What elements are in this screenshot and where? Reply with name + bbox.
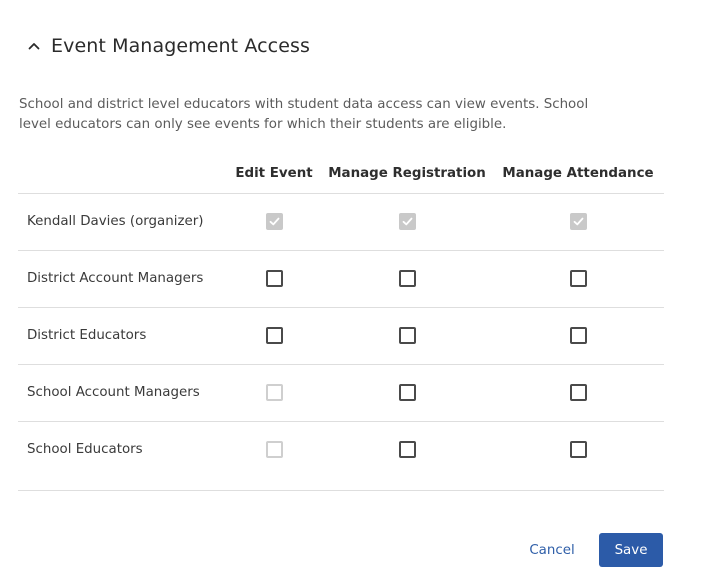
checkmark-icon: [573, 217, 583, 226]
manage-attendance-checkbox[interactable]: [569, 441, 587, 458]
chevron-up-icon[interactable]: [26, 38, 42, 54]
table-cell: [226, 250, 322, 307]
table-cell: [226, 421, 322, 490]
table-cell: [492, 364, 664, 421]
table-row: School Account Managers: [18, 364, 664, 421]
table-cell: [322, 364, 492, 421]
table-cell: [322, 307, 492, 364]
column-header-manage-registration: Manage Registration: [328, 166, 486, 182]
checkmark-icon: [269, 217, 279, 226]
manage-registration-checkbox[interactable]: [398, 441, 416, 458]
table-cell: [322, 193, 492, 250]
edit-event-checkbox[interactable]: [265, 327, 283, 344]
table-cell: [322, 421, 492, 490]
edit-event-checkbox: [265, 441, 283, 458]
section-title: Event Management Access: [51, 35, 311, 57]
table-cell: [492, 421, 664, 490]
row-label: Kendall Davies (organizer): [27, 214, 204, 229]
section-description: School and district level educators with…: [19, 97, 589, 132]
table-cell: [226, 307, 322, 364]
manage-attendance-checkbox[interactable]: [569, 270, 587, 287]
table-row: District Educators: [18, 307, 664, 364]
table-cell: [492, 307, 664, 364]
save-button[interactable]: Save: [599, 533, 663, 567]
manage-attendance-checkbox: [569, 213, 587, 230]
access-table: Edit Event Manage Registration Manage At…: [18, 155, 664, 491]
row-label: District Educators: [27, 328, 147, 343]
manage-registration-checkbox[interactable]: [398, 270, 416, 287]
manage-attendance-checkbox[interactable]: [569, 384, 587, 401]
table-cell: [226, 193, 322, 250]
table-row: District Account Managers: [18, 250, 664, 307]
manage-registration-checkbox[interactable]: [398, 327, 416, 344]
column-header-edit-event: Edit Event: [235, 166, 313, 182]
row-label: District Account Managers: [27, 271, 204, 286]
row-label: School Account Managers: [27, 385, 200, 400]
cancel-button[interactable]: Cancel: [521, 534, 583, 567]
edit-event-checkbox: [265, 213, 283, 230]
table-cell: [492, 250, 664, 307]
table-cell: [226, 364, 322, 421]
section-header: Event Management Access: [26, 32, 310, 60]
table-cell: [322, 250, 492, 307]
row-label: School Educators: [27, 442, 143, 457]
edit-event-checkbox[interactable]: [265, 270, 283, 287]
table-row: School Educators: [18, 421, 664, 490]
table-cell: [492, 193, 664, 250]
checkmark-icon: [402, 217, 412, 226]
column-header-manage-attendance: Manage Attendance: [502, 166, 654, 182]
manage-registration-checkbox[interactable]: [398, 384, 416, 401]
edit-event-checkbox: [265, 384, 283, 401]
manage-attendance-checkbox[interactable]: [569, 327, 587, 344]
manage-registration-checkbox: [398, 213, 416, 230]
column-header-role: [18, 155, 226, 193]
table-row: Kendall Davies (organizer): [18, 193, 664, 250]
table-header-row: Edit Event Manage Registration Manage At…: [18, 155, 664, 193]
